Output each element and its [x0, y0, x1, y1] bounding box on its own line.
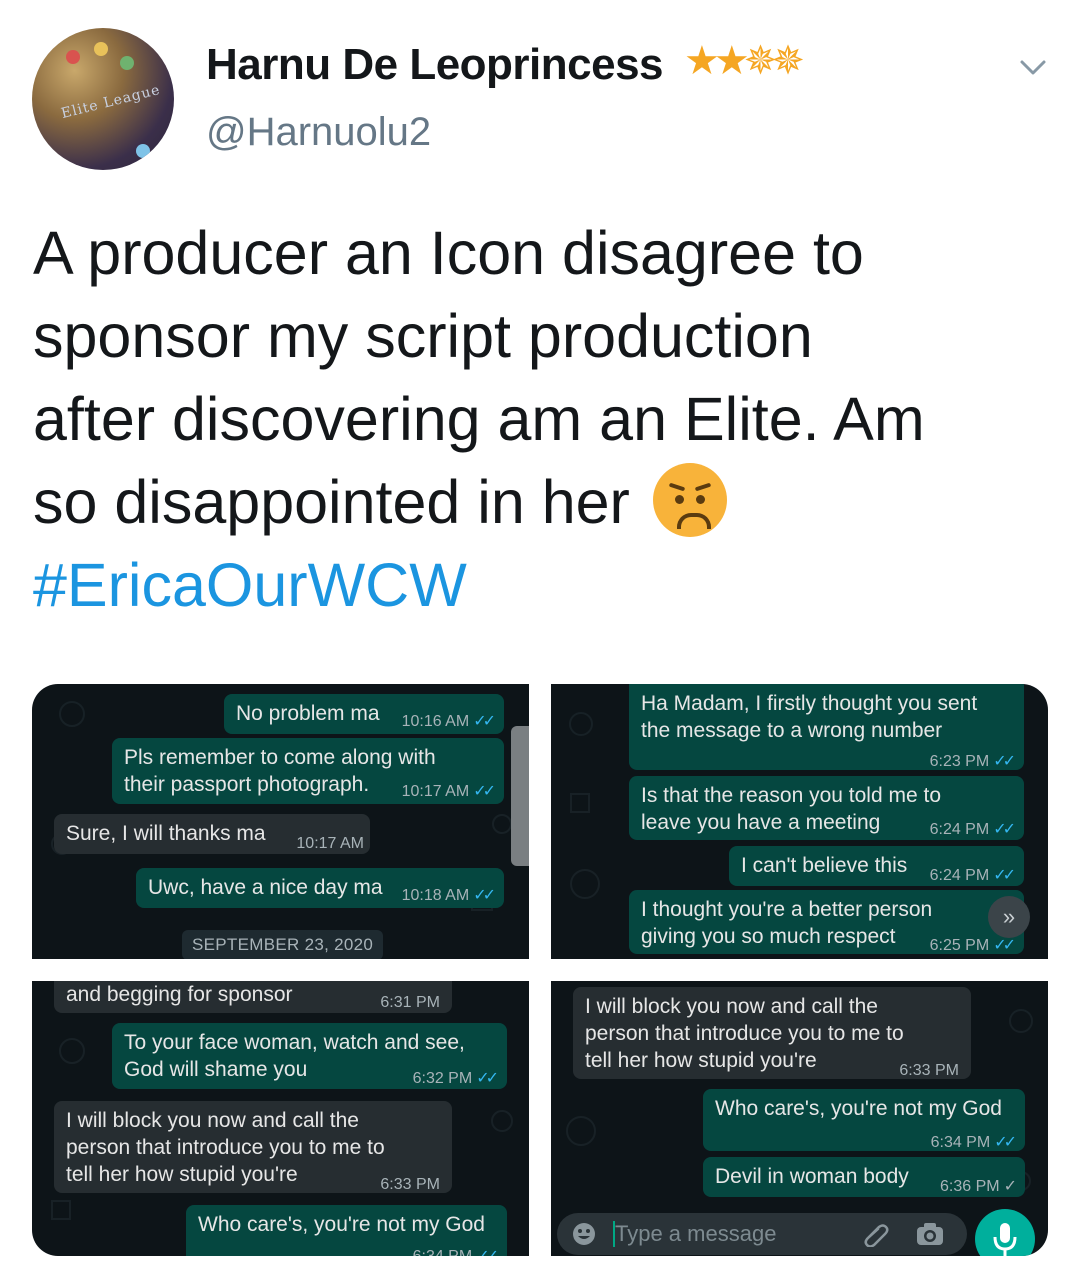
message-time-text: 6:23 PM: [929, 753, 990, 770]
author-name[interactable]: Harnu De Leoprincess: [206, 40, 664, 90]
message-text: I thought you're a better person giving …: [641, 898, 933, 948]
avatar-decoration: [136, 144, 150, 158]
message-time-text: 6:34 PM: [413, 1248, 473, 1256]
message-text: Who care's, you're not my God: [198, 1213, 485, 1236]
message-text: No problem ma: [236, 702, 380, 725]
message-outgoing[interactable]: To your face woman, watch and see, God w…: [112, 1023, 507, 1089]
microphone-icon[interactable]: [975, 1209, 1035, 1256]
chevron-down-icon[interactable]: [1018, 52, 1048, 82]
message-time: 6:23 PM ✓✓: [929, 748, 1016, 775]
chat-screenshot-3[interactable]: and begging for sponsor 6:31 PM To your …: [32, 981, 529, 1256]
message-text: I can't believe this: [741, 854, 908, 877]
message-time: 6:31 PM: [380, 994, 440, 1011]
hashtag-link[interactable]: #EricaOurWCW: [33, 544, 1053, 627]
message-time: 6:24 PM ✓✓: [929, 816, 1016, 843]
read-receipt-icon: ✓✓: [993, 867, 1016, 884]
author-stars: ★★✵✵: [684, 39, 805, 83]
message-time: 10:16 AM ✓✓: [401, 708, 496, 735]
chat-screenshot-1[interactable]: No problem ma 10:16 AM ✓✓ Pls remember to…: [32, 684, 529, 959]
message-text: Who care's, you're not my God: [715, 1097, 1002, 1120]
microphone-glyph: [993, 1223, 1017, 1256]
message-text: Uwc, have a nice day ma: [148, 876, 383, 899]
message-outgoing[interactable]: Who care's, you're not my God 6:34 PM✓✓: [703, 1089, 1025, 1151]
message-time: 6:34 PM✓✓: [930, 1129, 1017, 1156]
message-time-text: 6:32 PM: [412, 1070, 473, 1087]
message-text: and begging for sponsor: [66, 983, 293, 1006]
message-time-text: 6:25 PM: [929, 937, 990, 954]
read-receipt-icon: ✓✓: [993, 937, 1016, 954]
double-chevron-down-icon[interactable]: »: [988, 896, 1030, 938]
read-receipt-icon: ✓✓: [476, 1070, 499, 1087]
message-outgoing[interactable]: Pls remember to come along with their pa…: [112, 738, 504, 804]
message-time: 6:32 PM ✓✓: [412, 1065, 499, 1092]
message-time: 6:33 PM: [899, 1062, 959, 1079]
avatar-decoration: [66, 50, 80, 64]
paperclip-icon[interactable]: [861, 1221, 891, 1247]
message-outgoing[interactable]: No problem ma 10:16 AM ✓✓: [224, 694, 504, 734]
read-receipt-icon: ✓✓: [993, 753, 1016, 770]
angry-face-emoji-icon: [652, 463, 727, 537]
message-time: 10:17 AM ✓✓: [401, 778, 496, 805]
message-input[interactable]: Type a message: [615, 1221, 776, 1247]
date-divider: SEPTEMBER 23, 2020: [182, 930, 384, 959]
message-outgoing[interactable]: I can't believe this 6:24 PM ✓✓: [729, 846, 1024, 886]
message-time-text: 10:18 AM: [401, 887, 470, 904]
message-time-text: 10:16 AM: [401, 713, 470, 730]
message-incoming[interactable]: I will block you now and call the person…: [573, 987, 971, 1079]
read-receipt-icon: ✓✓: [476, 1248, 499, 1256]
message-time: 10:17 AM: [296, 835, 364, 852]
message-text: Sure, I will thanks ma: [66, 822, 266, 845]
avatar[interactable]: Elite League: [32, 28, 174, 170]
message-incoming[interactable]: I will block you now and call the person…: [54, 1101, 452, 1193]
emoji-icon[interactable]: [571, 1221, 597, 1247]
message-time: 10:18 AM ✓✓: [401, 882, 496, 909]
message-time: 6:33 PM: [380, 1176, 440, 1193]
message-outgoing[interactable]: Is that the reason you told me to leave …: [629, 776, 1024, 840]
tweet-text-line: sponsor my script production: [33, 302, 813, 370]
message-incoming[interactable]: Sure, I will thanks ma 10:17 AM: [54, 814, 370, 854]
tweet-header: Elite League Harnu De Leoprincess ★★✵✵ @…: [0, 0, 1080, 190]
read-receipt-icon: ✓✓: [473, 783, 496, 800]
read-receipt-icon: ✓✓: [993, 821, 1016, 838]
tweet-text: A producer an Icon disagree to sponsor m…: [33, 212, 1053, 627]
message-time: 6:24 PM ✓✓: [929, 862, 1016, 889]
message-time: 6:34 PM✓✓: [413, 1243, 499, 1256]
message-incoming[interactable]: and begging for sponsor 6:31 PM: [54, 981, 452, 1013]
scrollbar[interactable]: [511, 726, 529, 866]
message-time-text: 6:24 PM: [929, 867, 990, 884]
message-text: Ha Madam, I firstly thought you sent the…: [641, 692, 978, 742]
message-time-text: 10:17 AM: [401, 783, 470, 800]
tweet-text-line: A producer an Icon disagree to: [33, 219, 864, 287]
message-time-text: 6:36 PM: [940, 1178, 1000, 1195]
avatar-decoration: [120, 56, 134, 70]
message-outgoing[interactable]: I thought you're a better person giving …: [629, 890, 1024, 954]
read-receipt-icon: ✓✓: [473, 887, 496, 904]
chat-screenshot-2[interactable]: Ha Madam, I firstly thought you sent the…: [551, 684, 1048, 959]
tweet-text-line: after discovering am an Elite. Am: [33, 385, 925, 453]
message-time-text: 6:34 PM: [930, 1134, 991, 1151]
message-outgoing[interactable]: Who care's, you're not my God 6:34 PM✓✓: [186, 1205, 507, 1256]
message-text: Devil in woman body: [715, 1165, 909, 1188]
sent-receipt-icon: ✓: [1003, 1178, 1018, 1195]
avatar-logo-text: Elite League: [59, 81, 163, 123]
avatar-decoration: [94, 42, 108, 56]
message-text: I will block you now and call the person…: [66, 1109, 385, 1186]
message-outgoing[interactable]: Uwc, have a nice day ma 10:18 AM ✓✓: [136, 868, 504, 908]
read-receipt-icon: ✓✓: [473, 713, 496, 730]
author-handle[interactable]: @Harnuolu2: [206, 110, 431, 155]
message-text: Is that the reason you told me to leave …: [641, 784, 942, 834]
message-outgoing[interactable]: Ha Madam, I firstly thought you sent the…: [629, 684, 1024, 770]
message-time-text: 6:24 PM: [929, 821, 990, 838]
chat-screenshot-4[interactable]: I will block you now and call the person…: [551, 981, 1048, 1256]
read-receipt-icon: ✓✓: [994, 1134, 1017, 1151]
tweet-text-segment: so disappointed in her: [33, 468, 630, 536]
message-time: 6:36 PM ✓: [940, 1173, 1018, 1200]
message-text: Pls remember to come along with their pa…: [124, 746, 436, 796]
message-outgoing[interactable]: Devil in woman body 6:36 PM ✓: [703, 1157, 1025, 1197]
message-text: I will block you now and call the person…: [585, 995, 904, 1072]
tweet-text-line: so disappointed in her: [33, 461, 1053, 544]
message-input-bar[interactable]: Type a message: [557, 1213, 967, 1255]
camera-icon[interactable]: [915, 1221, 945, 1247]
